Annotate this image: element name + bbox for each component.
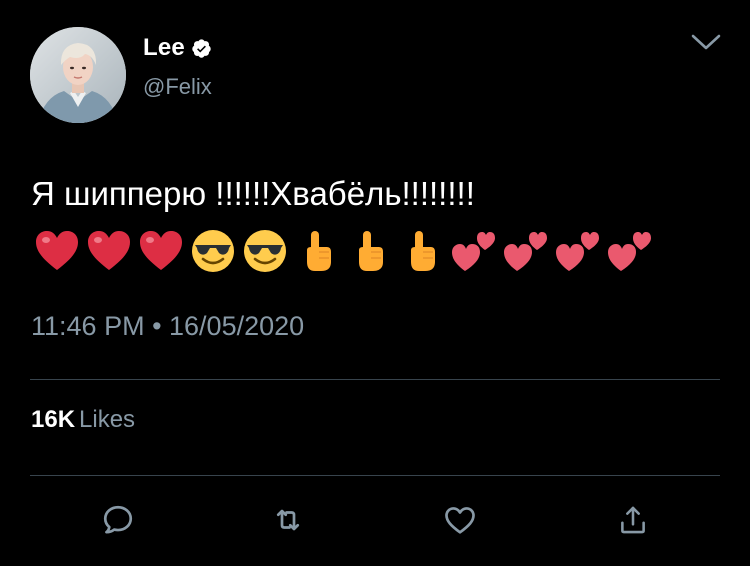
share-button[interactable] [613,500,653,540]
tweet-timestamp[interactable]: 11:46 PM • 16/05/2020 [31,311,304,342]
smiling-face-with-sunglasses-icon [189,228,237,274]
author-name-row[interactable]: Lee [143,31,212,65]
two-hearts-icon [605,228,653,274]
tweet-emoji-row [33,228,653,274]
likes-count: 16K [31,406,76,433]
divider [30,379,720,380]
display-name[interactable]: Lee [143,34,185,62]
two-hearts-icon [449,228,497,274]
like-button[interactable] [440,500,480,540]
tweet-text: Я шипперю !!!!!!Хвабёль!!!!!!!! [31,175,475,212]
verified-badge-icon [191,38,212,59]
pointing-up-icon [345,228,393,274]
divider [30,475,720,476]
author-handle[interactable]: @Felix [143,74,212,100]
reply-button[interactable] [98,500,138,540]
tweet-detail: Lee @Felix Я шипперю !!!!!!Хвабёль!!!!!!… [0,0,750,566]
likes-stat[interactable]: 16K Likes [31,406,135,434]
share-icon [621,506,645,534]
likes-label: Likes [79,406,136,433]
retweet-button[interactable] [268,500,308,540]
two-hearts-icon [553,228,601,274]
smiling-face-with-sunglasses-icon [241,228,289,274]
avatar[interactable] [30,27,126,123]
reply-icon [103,505,133,534]
tweet-action-bar [0,500,750,540]
retweet-icon [276,509,300,531]
more-options-chevron-down-icon[interactable] [690,30,722,54]
red-heart-icon [85,228,133,274]
pointing-up-icon [293,228,341,274]
bottom-edge [0,560,750,566]
heart-icon [445,507,475,534]
red-heart-icon [33,228,81,274]
red-heart-icon [137,228,185,274]
pointing-up-icon [397,228,445,274]
two-hearts-icon [501,228,549,274]
